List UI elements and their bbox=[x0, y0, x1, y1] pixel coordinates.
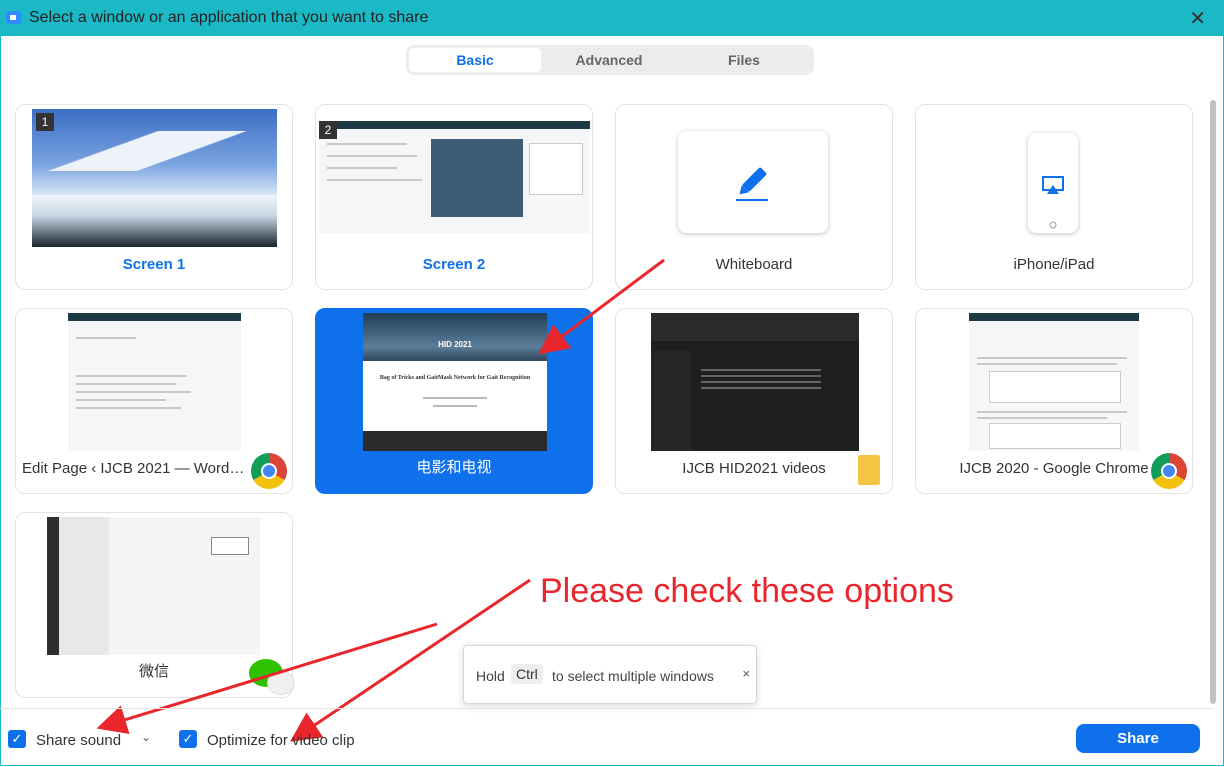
annotation-text: Please check these options bbox=[540, 572, 954, 610]
optimize-video-label: Optimize for video clip bbox=[207, 732, 355, 749]
share-button[interactable]: Share bbox=[1076, 724, 1200, 753]
optimize-video-checkbox[interactable]: ✓ bbox=[179, 730, 197, 748]
tooltip-suffix: to select multiple windows bbox=[552, 668, 714, 684]
bottom-divider bbox=[0, 708, 1212, 709]
scrollbar[interactable] bbox=[1210, 100, 1216, 704]
tooltip-close-icon[interactable]: × bbox=[742, 666, 750, 681]
ctrl-key-badge: Ctrl bbox=[511, 664, 543, 684]
share-sound-checkbox[interactable]: ✓ bbox=[8, 730, 26, 748]
chevron-down-icon[interactable]: ⌄ bbox=[141, 730, 151, 744]
share-sound-label: Share sound bbox=[36, 732, 122, 749]
tooltip-prefix: Hold bbox=[476, 668, 505, 684]
multi-select-tooltip: Hold Ctrl to select multiple windows × bbox=[463, 645, 757, 704]
